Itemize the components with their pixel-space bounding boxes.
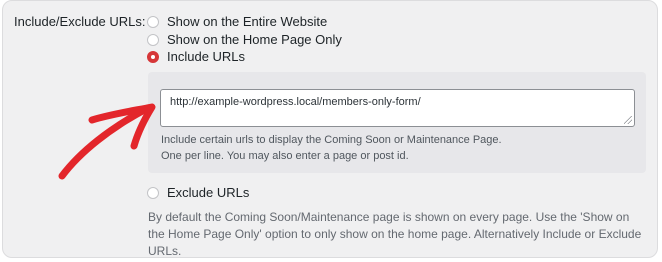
radio-home-page-only[interactable] xyxy=(147,33,159,46)
option-include-urls[interactable]: Include URLs xyxy=(147,49,245,64)
option-entire-website[interactable]: Show on the Entire Website xyxy=(147,14,327,29)
option-include-urls-label: Include URLs xyxy=(167,49,246,64)
arrow-annotation-icon xyxy=(58,103,156,180)
radio-include-urls[interactable] xyxy=(147,50,159,63)
include-urls-panel: http://example-wordpress.local/members-o… xyxy=(148,72,646,173)
option-home-page-only-label: Show on the Home Page Only xyxy=(167,32,342,47)
display-rules-description: By default the Coming Soon/Maintenance p… xyxy=(148,210,642,258)
include-urls-textarea[interactable]: http://example-wordpress.local/members-o… xyxy=(160,89,635,127)
include-urls-help-line-1: Include certain urls to display the Comi… xyxy=(161,134,502,146)
include-urls-help-line-2: One per line. You may also enter a page … xyxy=(161,150,409,162)
radio-entire-website[interactable] xyxy=(147,15,159,28)
include-exclude-urls-label: Include/Exclude URLs: xyxy=(14,14,146,29)
include-urls-value: http://example-wordpress.local/members-o… xyxy=(170,96,421,108)
option-entire-website-label: Show on the Entire Website xyxy=(167,14,328,29)
include-urls-help: Include certain urls to display the Comi… xyxy=(161,132,631,164)
resize-handle-icon[interactable] xyxy=(624,116,632,124)
option-exclude-urls-label: Exclude URLs xyxy=(167,185,250,200)
option-home-page-only[interactable]: Show on the Home Page Only xyxy=(147,32,342,47)
